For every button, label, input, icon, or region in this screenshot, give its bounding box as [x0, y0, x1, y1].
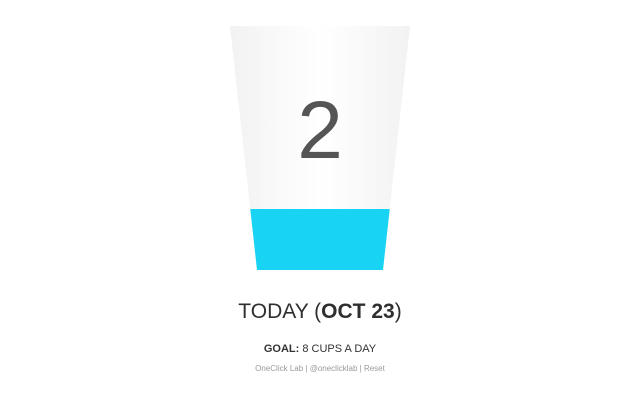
water-level-fill: [230, 209, 410, 270]
goal-value: 8 CUPS A DAY: [299, 343, 377, 355]
goal-label: GOAL:: [263, 343, 300, 355]
water-cup[interactable]: 2: [230, 26, 410, 270]
twitter-handle-link[interactable]: @oneclicklab: [310, 364, 358, 373]
cup-count: 2: [297, 85, 343, 176]
reset-link[interactable]: Reset: [364, 364, 385, 373]
app-stage: 2 TODAY (OCT 23) GOAL: 8 CUPS A DAY OneC…: [0, 0, 640, 400]
today-prefix: TODAY (: [238, 300, 322, 323]
today-heading: TODAY (OCT 23): [0, 298, 640, 326]
today-suffix: ): [394, 300, 402, 323]
today-date: OCT 23: [321, 300, 395, 323]
goal-line: GOAL: 8 CUPS A DAY: [0, 342, 640, 356]
footer-links: OneClick Lab | @oneclicklab | Reset: [0, 364, 640, 374]
oneclick-lab-link[interactable]: OneClick Lab: [255, 364, 303, 373]
